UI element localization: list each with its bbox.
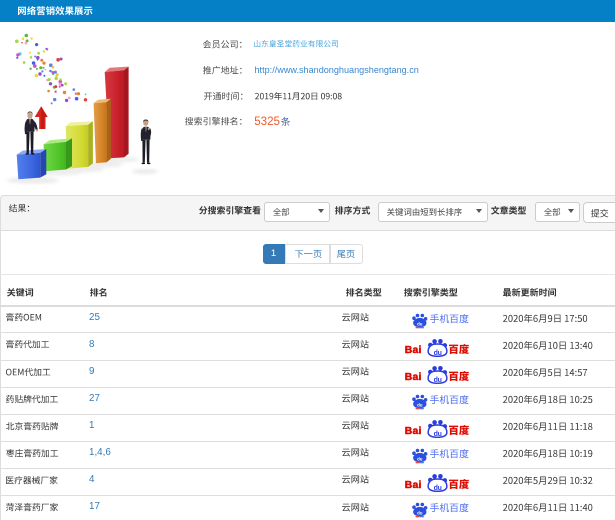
svg-text:du: du <box>417 321 423 326</box>
svg-text:du: du <box>417 510 423 515</box>
svg-text:Bai: Bai <box>405 480 422 491</box>
svg-text:Bai: Bai <box>405 425 422 436</box>
svg-text:du: du <box>417 456 423 461</box>
svg-text:Bai: Bai <box>405 344 422 355</box>
svg-text:du: du <box>434 376 442 383</box>
svg-text:du: du <box>417 402 423 407</box>
svg-text:du: du <box>434 430 442 437</box>
svg-text:du: du <box>434 349 442 356</box>
svg-text:du: du <box>434 485 442 492</box>
svg-text:Bai: Bai <box>405 371 422 382</box>
